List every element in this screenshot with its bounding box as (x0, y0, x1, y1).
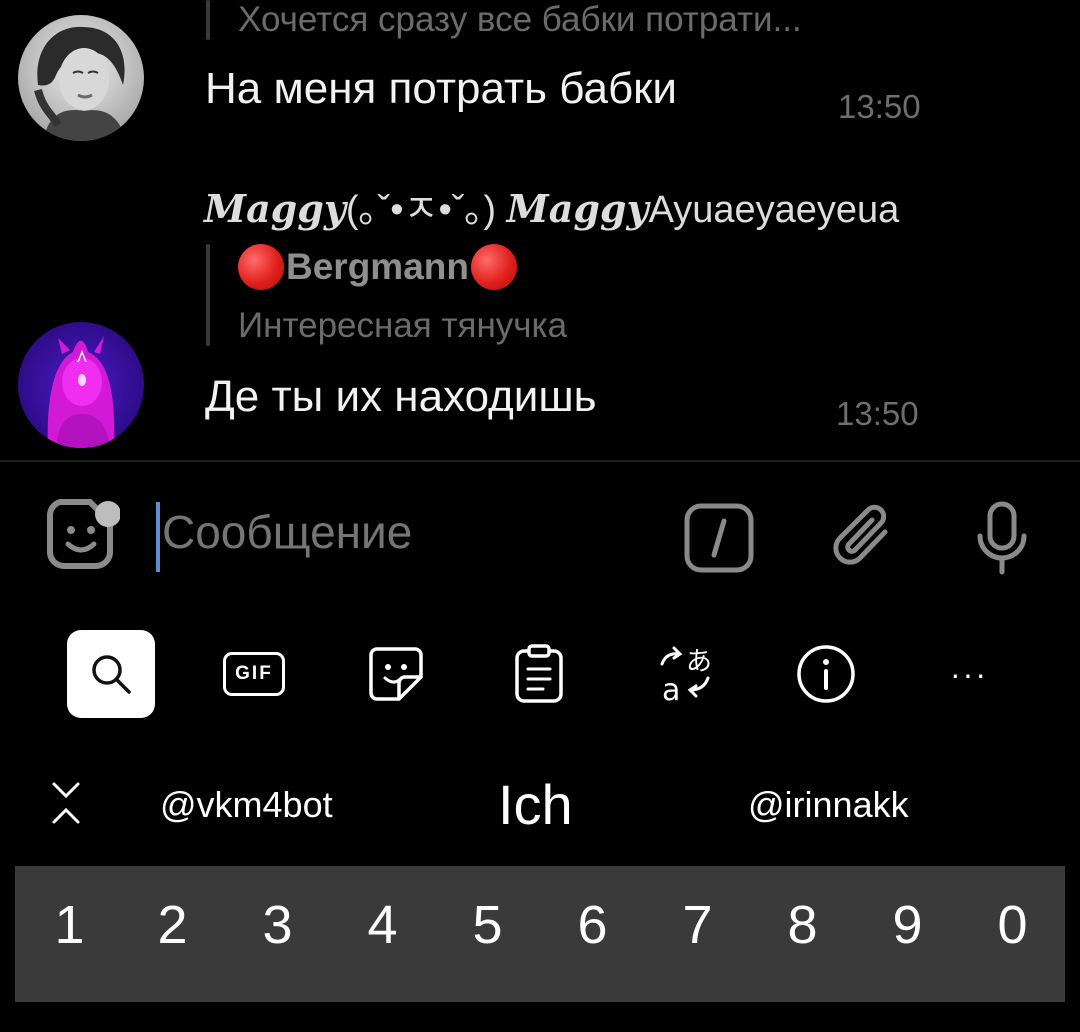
suggestion-right[interactable]: @irinnakk (748, 784, 909, 826)
keyboard-translate-button[interactable]: あ a (640, 630, 728, 718)
clipboard-icon (515, 644, 563, 703)
sender-kaomoji: (｡ˇ•ㅈ•ˇ｡) (345, 189, 497, 231)
message-input[interactable] (162, 505, 642, 559)
reply-bar (206, 0, 210, 40)
collapse-suggestions-icon[interactable] (46, 778, 86, 828)
reply-author-name: Bergmann (286, 246, 469, 287)
more-icon[interactable]: ··· (925, 630, 1013, 718)
key-7[interactable]: 7 (645, 894, 750, 956)
avatar[interactable] (18, 15, 144, 141)
keyboard-search-button[interactable] (67, 630, 155, 718)
reply-bar (206, 244, 210, 346)
message-text[interactable]: Де ты их находишь (205, 372, 597, 422)
reply-preview-text[interactable]: Хочется сразу все бабки потрати... (238, 0, 802, 40)
avatar[interactable] (18, 322, 144, 448)
keyboard-sticker-button[interactable] (352, 630, 440, 718)
key-2[interactable]: 2 (120, 894, 225, 956)
key-9[interactable]: 9 (855, 894, 960, 956)
gif-icon: GIF (223, 652, 285, 696)
keyboard-number-row: 1 2 3 4 5 6 7 8 9 0 (15, 866, 1065, 1002)
sender-name[interactable]: Maggy(｡ˇ•ㅈ•ˇ｡) MaggyAyuaeyaeyeua (204, 178, 899, 233)
reply-author[interactable]: Bergmann (238, 244, 517, 290)
key-5[interactable]: 5 (435, 894, 540, 956)
key-8[interactable]: 8 (750, 894, 855, 956)
message-time: 13:50 (838, 88, 921, 125)
mic-icon[interactable] (972, 500, 1032, 576)
key-6[interactable]: 6 (540, 894, 645, 956)
attach-icon[interactable] (830, 500, 900, 576)
chat-area: Хочется сразу все бабки потрати... На ме… (0, 0, 1080, 460)
svg-text:a: a (662, 673, 680, 706)
key-0[interactable]: 0 (960, 894, 1065, 956)
sender-script-a: Maggy (204, 186, 346, 231)
key-1[interactable]: 1 (17, 894, 122, 956)
svg-text:あ: あ (686, 647, 712, 677)
sender-script-b: Maggy (506, 186, 649, 231)
search-icon (92, 655, 131, 694)
reply-preview-text[interactable]: Интересная тянучка (238, 306, 567, 346)
avatar-woman-photo (18, 15, 144, 141)
translate-icon: あ a (660, 646, 712, 706)
key-4[interactable]: 4 (330, 894, 435, 956)
info-icon (797, 645, 855, 703)
red-circle-icon (470, 244, 517, 290)
key-3[interactable]: 3 (225, 894, 330, 956)
suggestion-center[interactable]: Ich (498, 772, 573, 837)
message-text[interactable]: На меня потрать бабки (205, 64, 677, 114)
avatar-pink-girl (18, 322, 144, 448)
red-circle-icon (238, 244, 284, 290)
sticker-icon[interactable] (46, 498, 121, 572)
text-cursor (156, 502, 160, 572)
keyboard-gif-button[interactable]: GIF (210, 630, 298, 718)
message-time: 13:50 (836, 395, 919, 432)
keyboard-clipboard-button[interactable] (495, 630, 583, 718)
sticker-icon (369, 647, 423, 701)
sender-suffix: Ayuaeyaeyeua (648, 189, 900, 231)
suggestion-left[interactable]: @vkm4bot (160, 784, 333, 826)
keyboard-info-button[interactable] (782, 630, 870, 718)
command-icon[interactable] (684, 503, 754, 573)
